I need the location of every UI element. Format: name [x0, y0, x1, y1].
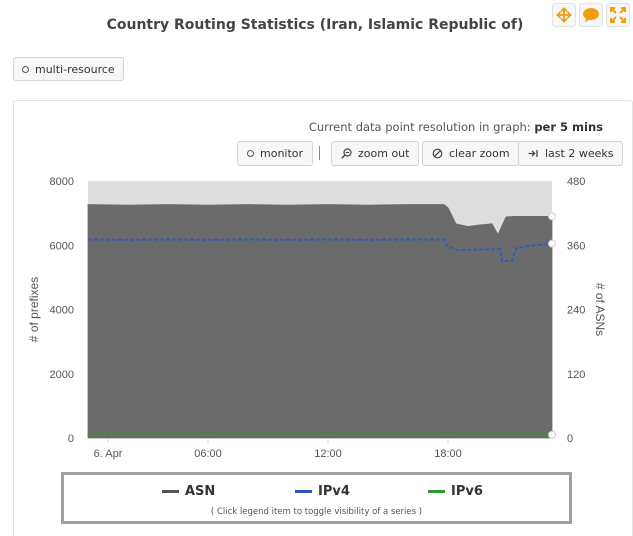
last-2-weeks-button[interactable]: last 2 weeks [518, 141, 624, 166]
zoom-out-label: zoom out [358, 147, 410, 160]
multi-resource-button[interactable]: multi-resource [13, 57, 124, 81]
widget-title: Country Routing Statistics (Iran, Islami… [106, 17, 524, 33]
end-marker-ipv6 [548, 430, 556, 439]
routing-chart[interactable]: 0 2000 4000 6000 8000 0 120 240 360 480 6. Apr 06:0… [0, 170, 633, 465]
y-left-tick-label: 4000 [50, 305, 74, 317]
y-right-tick-label: 240 [567, 305, 585, 317]
y-left-tick-label: 6000 [50, 240, 74, 252]
y-right-tick-label: 480 [567, 176, 585, 188]
y-left-tick-label: 8000 [50, 176, 74, 188]
legend-label-asn: ASN [185, 484, 216, 499]
circle-icon [22, 65, 29, 73]
legend-swatch-ipv4 [295, 490, 312, 493]
resolution-info: Current data point resolution in graph: … [309, 120, 603, 134]
legend-swatch-ipv6 [428, 490, 445, 493]
toolbar-divider [319, 146, 320, 160]
y-left-tick-label: 2000 [50, 369, 74, 381]
y-left-tick-label: 0 [68, 433, 74, 445]
legend-label-ipv6: IPv6 [451, 484, 483, 499]
monitor-label: monitor [260, 147, 304, 160]
ban-icon [432, 148, 443, 159]
legend-label-ipv4: IPv4 [318, 484, 350, 499]
comment-icon[interactable] [579, 3, 603, 27]
step-forward-icon [528, 150, 538, 157]
resolution-prefix: Current data point resolution in graph: [308, 120, 531, 134]
legend-hint: ( Click legend item to toggle visibility… [210, 507, 423, 517]
legend-item-asn[interactable]: ASN [162, 484, 215, 499]
clear-zoom-label: clear zoom [449, 147, 510, 160]
zoom-out-icon [341, 148, 352, 159]
y-right-axis-title: # of ASNs [593, 283, 607, 336]
clear-zoom-button[interactable]: clear zoom [422, 141, 520, 166]
monitor-button[interactable]: monitor [237, 141, 314, 166]
end-marker-asn [548, 212, 556, 221]
fullscreen-icon[interactable] [606, 3, 630, 27]
x-tick-label: 18:00 [434, 448, 462, 460]
chart-legend: ASN IPv4 IPv6 ( Click legend item to tog… [61, 472, 572, 524]
legend-swatch-asn [162, 490, 179, 493]
x-tick-label: 06:00 [194, 448, 222, 460]
last-2-weeks-label: last 2 weeks [545, 147, 614, 160]
widget-controls [552, 3, 630, 27]
x-tick-label: 12:00 [314, 448, 342, 460]
x-tick-label: 6. Apr [94, 448, 123, 460]
legend-item-ipv4[interactable]: IPv4 [295, 484, 350, 499]
end-marker-ipv4 [548, 239, 556, 248]
y-right-tick-label: 0 [567, 433, 573, 445]
circle-icon [247, 150, 254, 157]
y-left-axis-title: # of prefixes [27, 277, 41, 342]
y-right-tick-label: 360 [567, 240, 585, 252]
multi-resource-label: multi-resource [35, 62, 115, 76]
legend-item-ipv6[interactable]: IPv6 [428, 484, 483, 499]
y-right-tick-label: 120 [567, 369, 585, 381]
move-icon[interactable] [552, 3, 576, 27]
zoom-out-button[interactable]: zoom out [331, 141, 420, 166]
resolution-value: per 5 mins [534, 120, 603, 134]
